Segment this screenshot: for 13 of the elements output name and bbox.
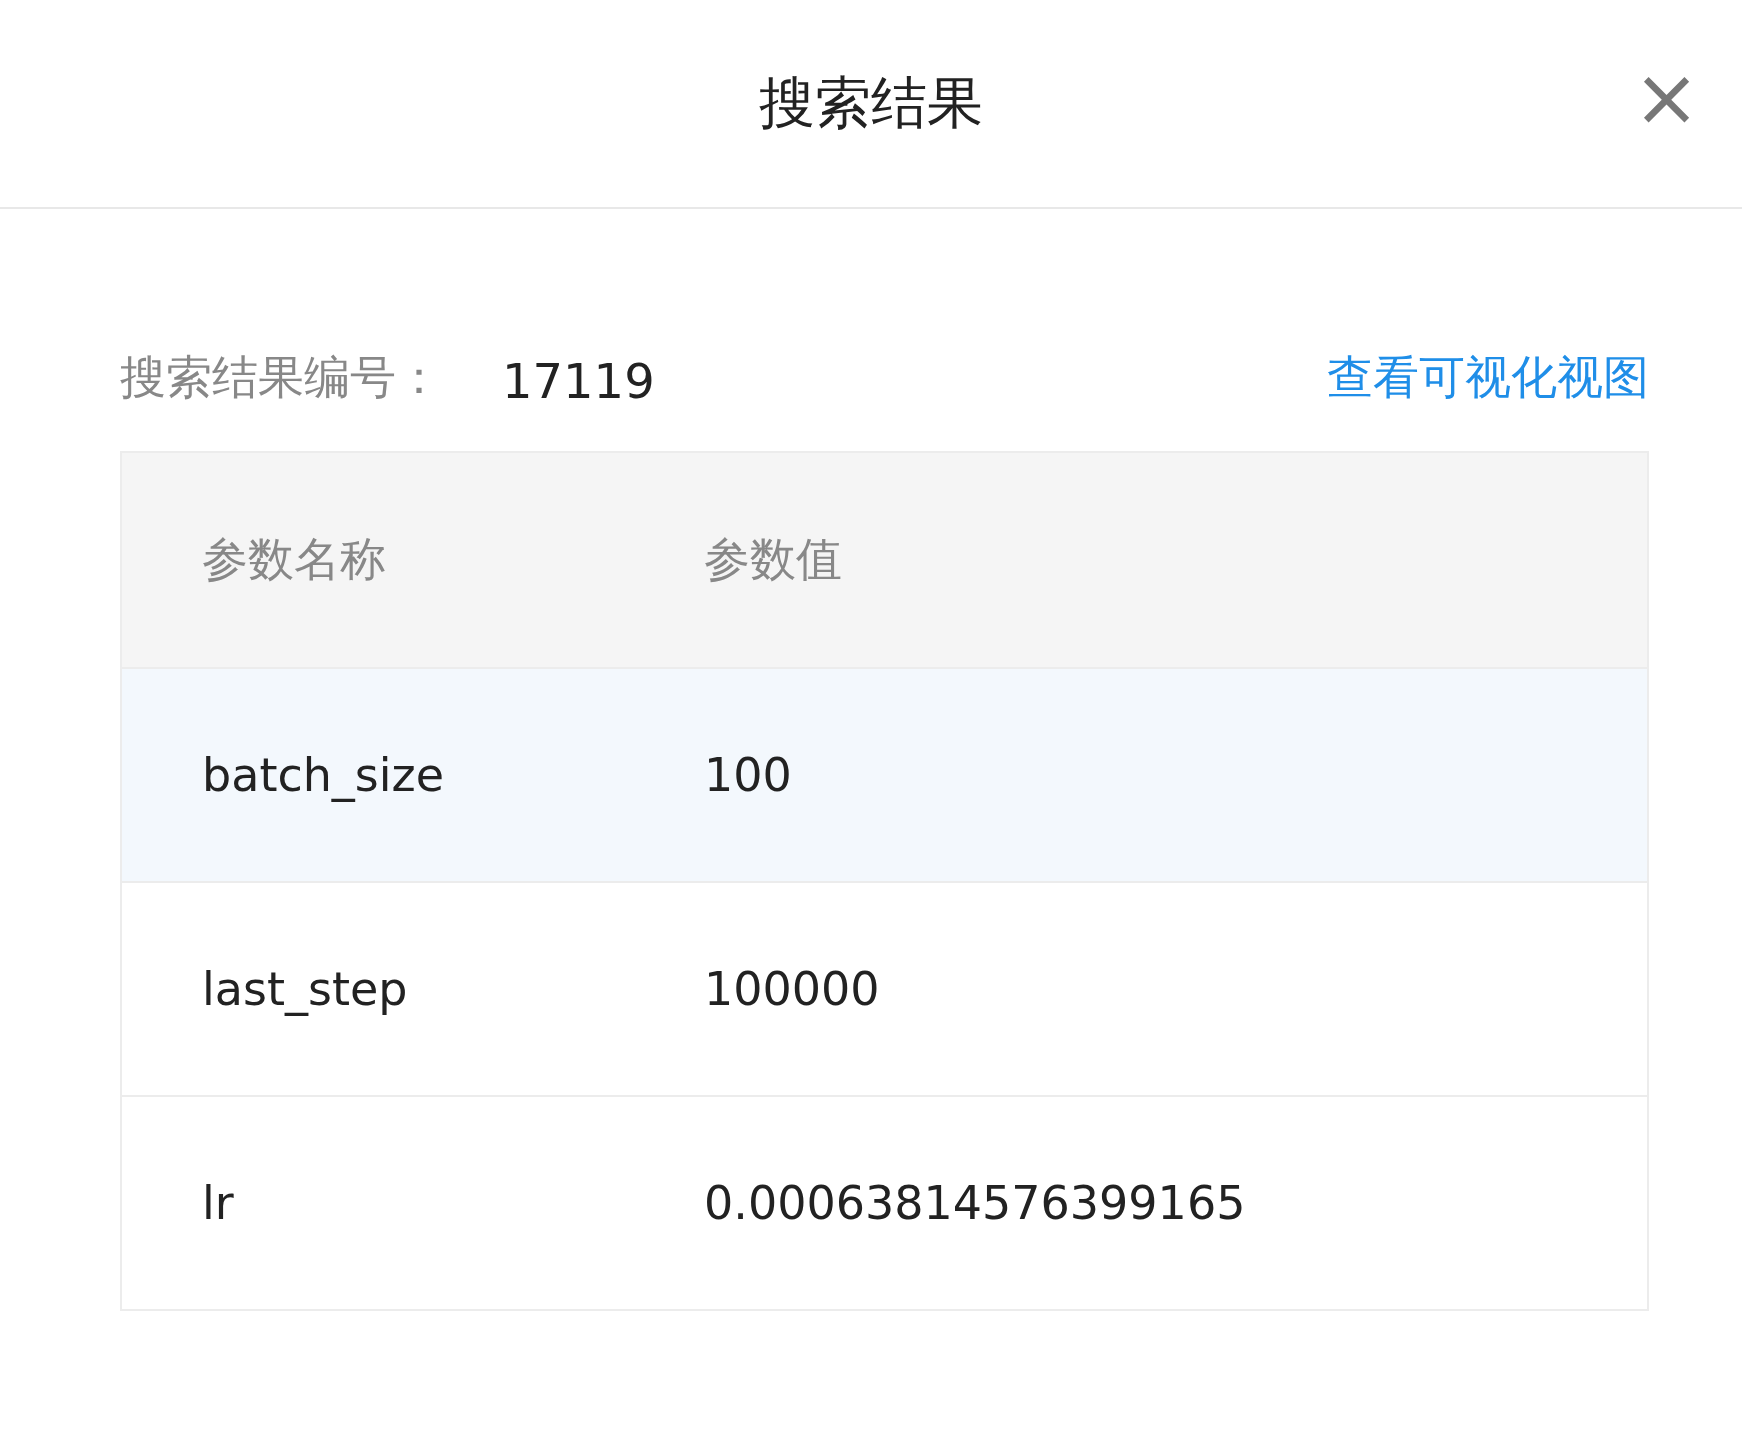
result-id-label: 搜索结果编号：	[120, 349, 442, 406]
table-row[interactable]: batch_size 100	[122, 667, 1647, 881]
table-cell: 0.00063814576399165	[704, 1176, 1246, 1230]
column-header: 参数值	[704, 531, 842, 588]
table-cell-text: last_step	[202, 962, 409, 1016]
table-cell: 100	[704, 748, 792, 802]
result-id-value: 17119	[502, 353, 655, 409]
table-cell-text: lr	[202, 1176, 235, 1230]
column-header: 参数名称	[202, 531, 387, 588]
dialog-title: 搜索结果	[759, 68, 983, 137]
table-cell: 100000	[704, 962, 880, 1016]
table-cell-text: batch_size	[202, 748, 446, 802]
close-button[interactable]: ×	[1624, 58, 1708, 138]
